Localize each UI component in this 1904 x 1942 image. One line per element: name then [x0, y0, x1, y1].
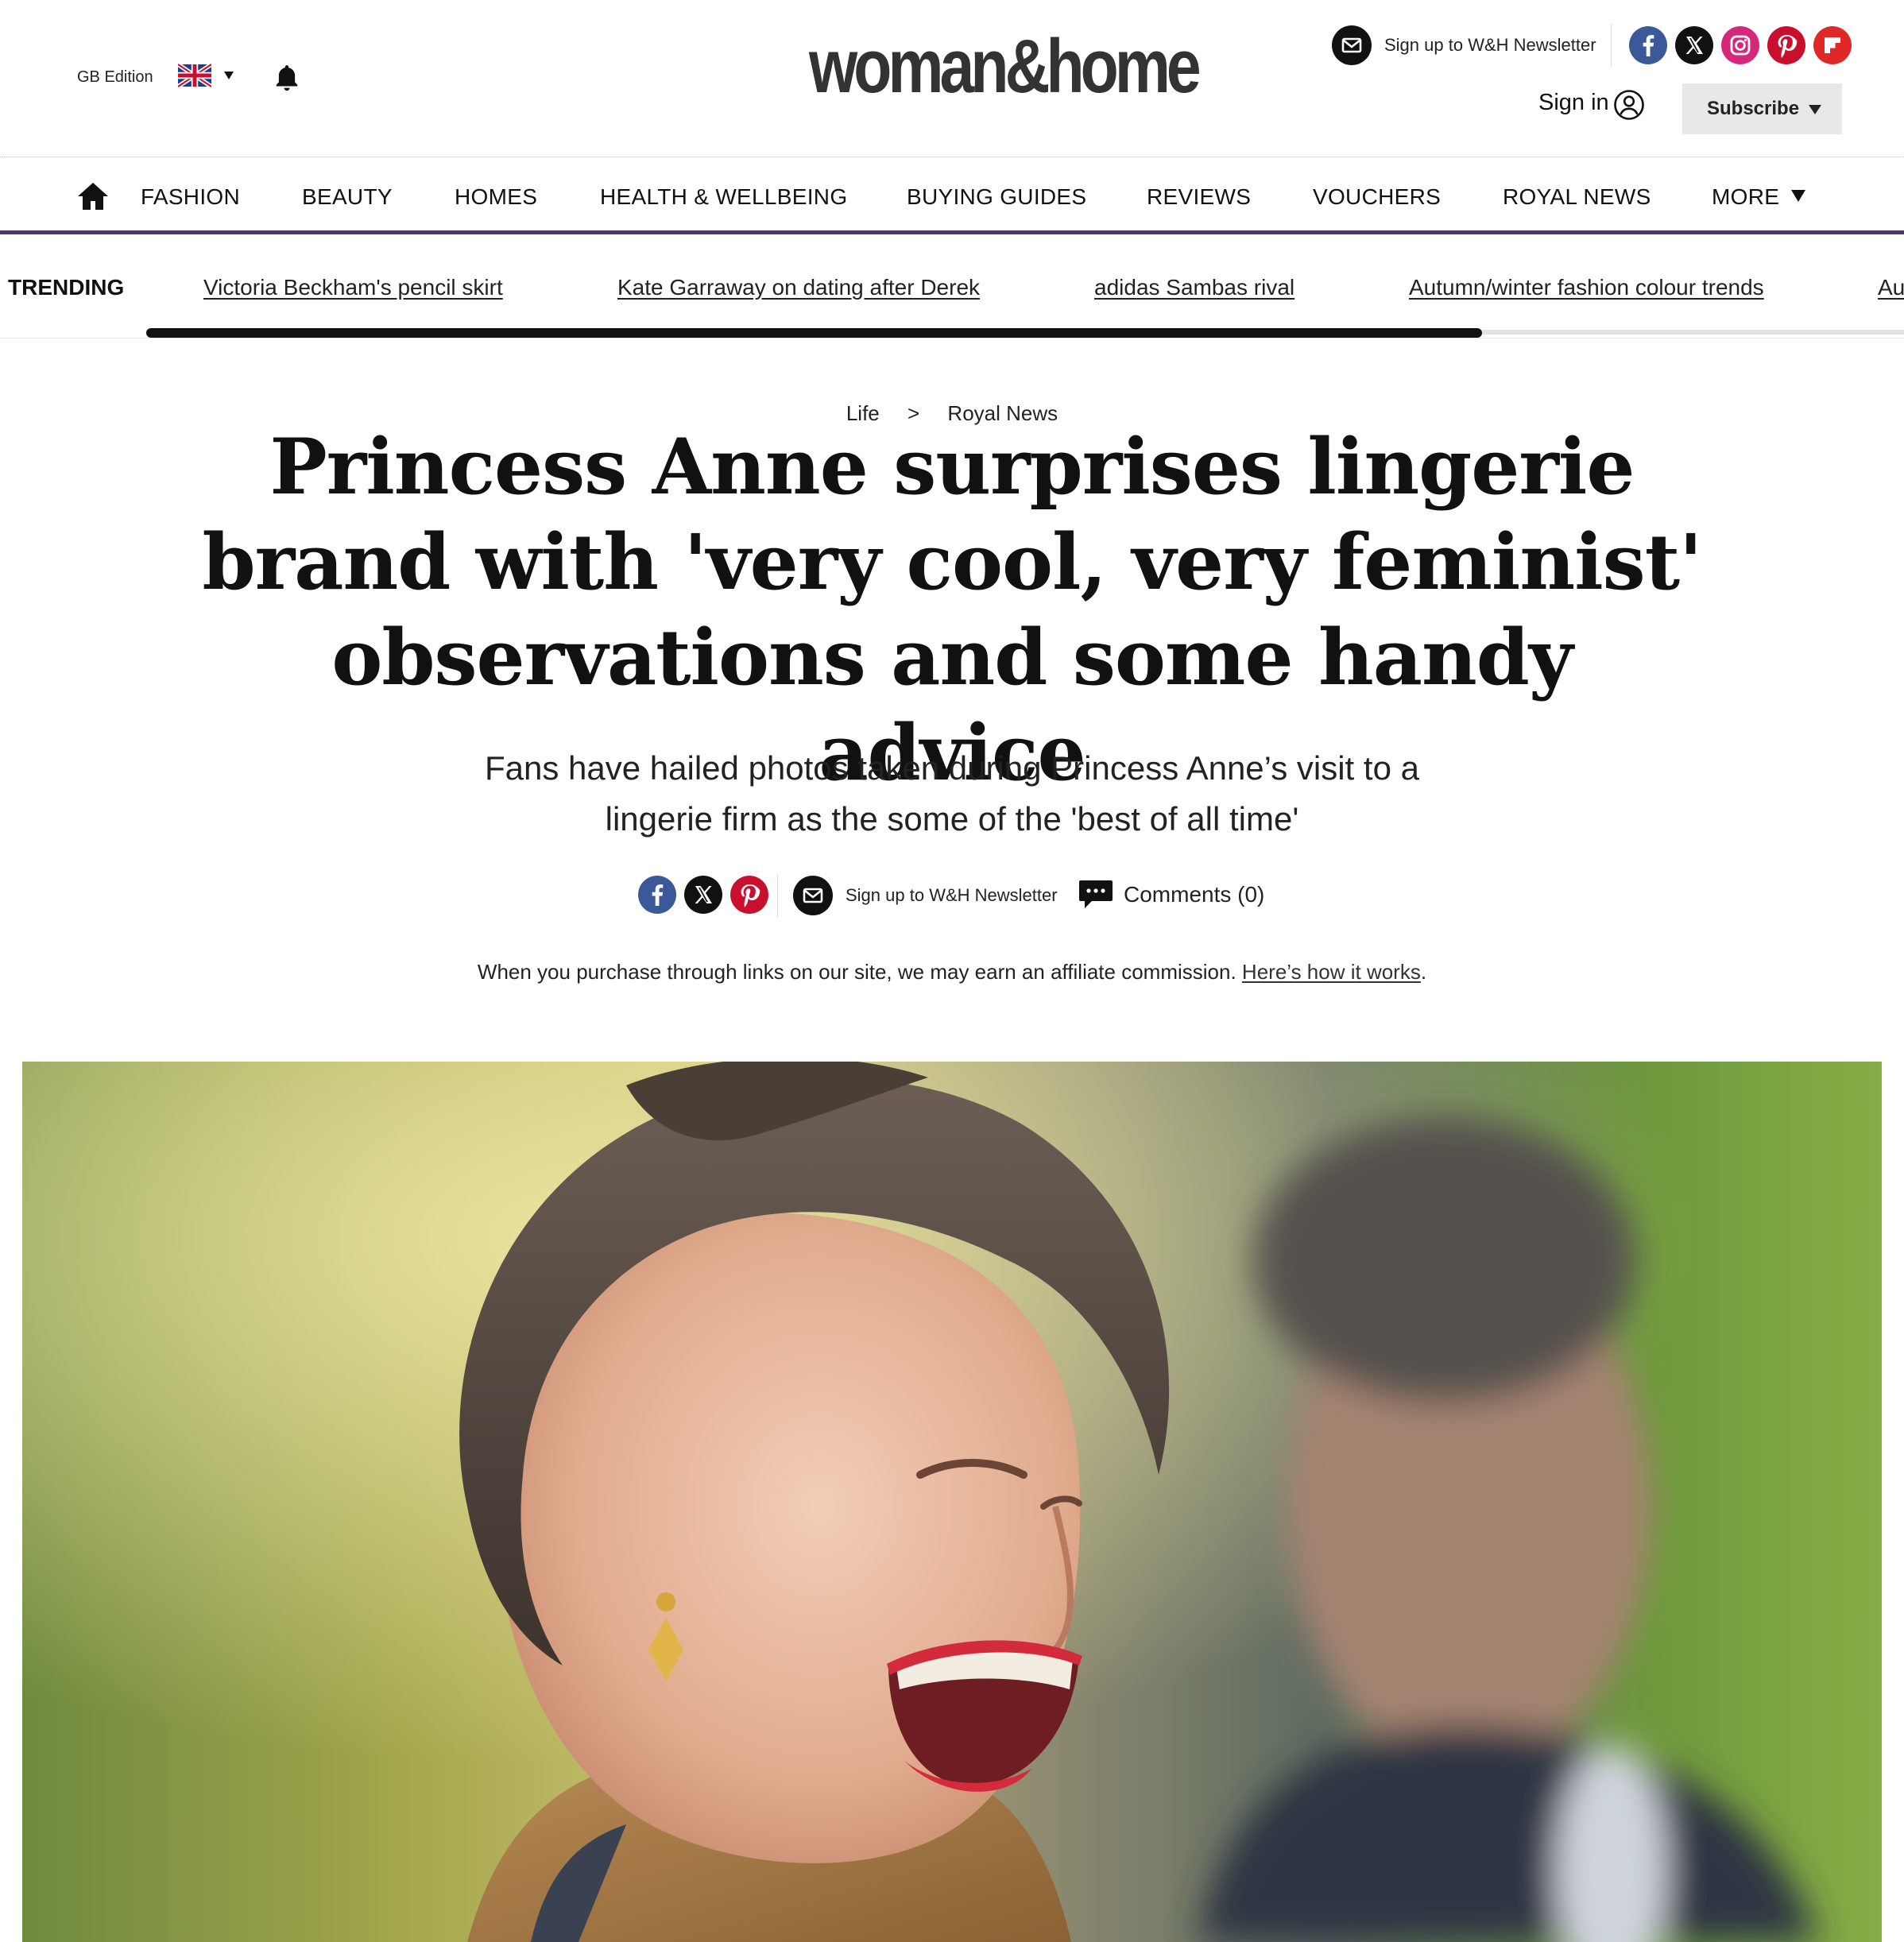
nav-item-fashion[interactable]: FASHION: [141, 184, 240, 210]
nav-item-health-wellbeing[interactable]: HEALTH & WELLBEING: [600, 184, 847, 210]
trending-link[interactable]: adidas Sambas rival: [1094, 275, 1294, 300]
nav-item-homes[interactable]: HOMES: [455, 184, 537, 210]
trending-bar: TRENDING Victoria Beckham's pencil skirt…: [0, 238, 1904, 338]
newsletter-mail-icon[interactable]: [1332, 25, 1372, 65]
trending-link[interactable]: Kate Garraway on dating after Derek: [617, 275, 980, 300]
header-divider: [1611, 24, 1612, 67]
trending-link[interactable]: Victoria Beckham's pencil skirt: [203, 275, 503, 300]
nav-item-vouchers[interactable]: VOUCHERS: [1313, 184, 1441, 210]
comments-icon[interactable]: [1078, 877, 1114, 912]
affiliate-end: .: [1420, 960, 1427, 984]
newsletter-signup-link[interactable]: Sign up to W&H Newsletter: [846, 885, 1058, 906]
nav-item-buying-guides[interactable]: BUYING GUIDES: [907, 184, 1086, 210]
x-icon[interactable]: [684, 876, 722, 914]
site-logo[interactable]: woman&home: [809, 29, 1202, 105]
trending-link[interactable]: Au: [1878, 275, 1904, 300]
home-icon[interactable]: [76, 180, 110, 212]
instagram-icon[interactable]: [1721, 26, 1759, 64]
hero-photo-illustration: [22, 1062, 1882, 1942]
nav-item-beauty[interactable]: BEAUTY: [302, 184, 393, 210]
share-bar: Sign up to W&H Newsletter Comments (0): [0, 874, 1904, 917]
nav-item-more[interactable]: MORE: [1712, 184, 1779, 210]
uk-flag-icon[interactable]: [178, 64, 211, 87]
user-account-icon[interactable]: [1613, 89, 1645, 121]
subscribe-button[interactable]: Subscribe: [1682, 83, 1842, 134]
comments-link[interactable]: Comments (0): [1124, 882, 1264, 907]
newsletter-signup-link[interactable]: Sign up to W&H Newsletter: [1384, 35, 1596, 56]
subscribe-label: Subscribe: [1707, 98, 1800, 119]
sign-in-link[interactable]: Sign in: [1538, 90, 1609, 116]
pinterest-icon[interactable]: [730, 876, 768, 914]
main-navigation: FASHION BEAUTY HOMES HEALTH & WELLBEING …: [0, 158, 1904, 234]
facebook-icon[interactable]: [1629, 26, 1667, 64]
article-standfirst: Fans have hailed photos taken during Pri…: [485, 749, 1419, 838]
share-divider: [777, 874, 778, 917]
hero-image: [22, 1062, 1882, 1942]
site-header: GB Edition woman&home Sign up to W&H New…: [0, 0, 1904, 157]
nav-item-royal-news[interactable]: ROYAL NEWS: [1503, 184, 1651, 210]
trending-scrollbar-thumb[interactable]: [146, 328, 1482, 338]
bell-icon[interactable]: [272, 62, 302, 94]
affiliate-disclosure: When you purchase through links on our s…: [0, 960, 1904, 985]
nav-item-reviews[interactable]: REVIEWS: [1147, 184, 1251, 210]
affiliate-how-it-works-link[interactable]: Here’s how it works: [1242, 960, 1421, 984]
edition-dropdown-caret-icon[interactable]: [224, 72, 234, 79]
trending-label: TRENDING: [8, 275, 125, 300]
x-icon[interactable]: [1675, 26, 1713, 64]
chevron-down-icon: [1809, 105, 1821, 114]
newsletter-mail-icon[interactable]: [793, 876, 833, 915]
affiliate-text: When you purchase through links on our s…: [477, 960, 1236, 984]
trending-link[interactable]: Autumn/winter fashion colour trends: [1409, 275, 1764, 300]
more-dropdown-caret-icon[interactable]: [1791, 190, 1805, 202]
pinterest-icon[interactable]: [1767, 26, 1805, 64]
flipboard-icon[interactable]: [1813, 26, 1852, 64]
facebook-icon[interactable]: [638, 876, 676, 914]
edition-label[interactable]: GB Edition: [77, 68, 153, 87]
